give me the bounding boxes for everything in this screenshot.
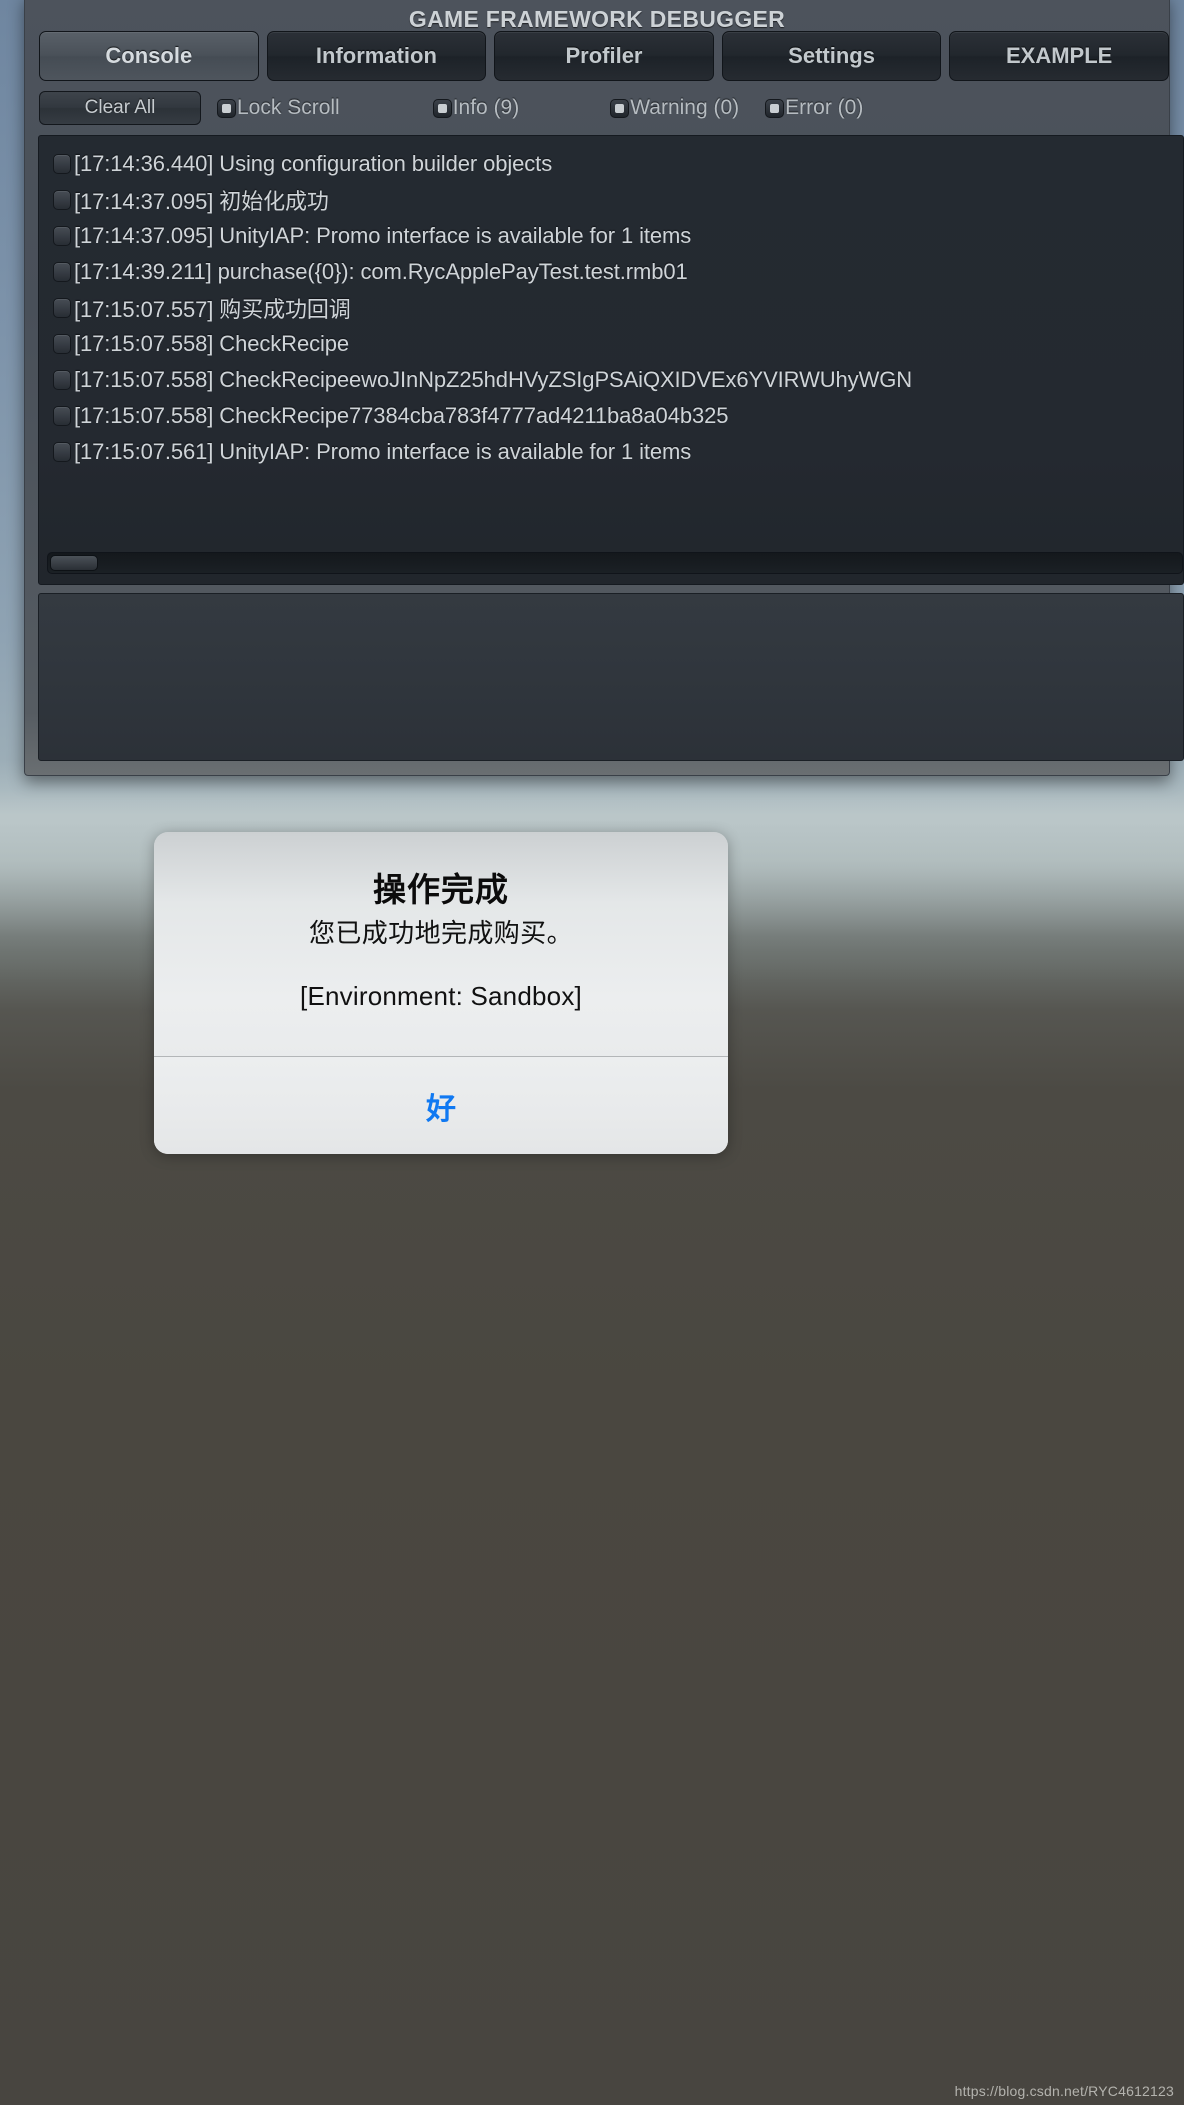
log-list: [17:14:36.440] Using configuration build… bbox=[39, 146, 1183, 470]
alert-dialog: 操作完成 您已成功地完成购买。 [Environment: Sandbox] 好 bbox=[154, 832, 728, 1154]
horizontal-scrollbar[interactable] bbox=[47, 552, 1183, 574]
log-row[interactable]: [17:15:07.561] UnityIAP: Promo interface… bbox=[53, 434, 1183, 470]
tab-console[interactable]: Console bbox=[39, 31, 259, 81]
log-row[interactable]: [17:15:07.558] CheckRecipe bbox=[53, 326, 1183, 362]
log-row-text: [17:15:07.558] CheckRecipe77384cba783f47… bbox=[74, 403, 729, 428]
warning-filter-toggle[interactable]: Warning (0) bbox=[610, 96, 739, 120]
log-detail-panel[interactable] bbox=[38, 593, 1184, 761]
warning-filter-label: Warning (0) bbox=[630, 96, 740, 119]
log-row-text: [17:15:07.558] CheckRecipeewoJInNpZ25hdH… bbox=[74, 367, 913, 392]
tab-console-label: Console bbox=[105, 43, 193, 68]
tab-settings[interactable]: Settings bbox=[721, 31, 942, 81]
console-toolbar: Clear All Lock Scroll Info (9) Warning (… bbox=[39, 87, 1155, 129]
log-row[interactable]: [17:15:07.557] 购买成功回调 bbox=[53, 290, 1183, 326]
log-entry-icon bbox=[53, 262, 71, 282]
log-entry-icon bbox=[53, 442, 71, 462]
log-entry-icon bbox=[53, 370, 71, 390]
alert-ok-button[interactable]: 好 bbox=[154, 1057, 728, 1154]
log-entry-icon bbox=[53, 190, 71, 210]
alert-submessage: [Environment: Sandbox] bbox=[300, 981, 582, 1011]
log-row-text: [17:14:37.095] 初始化成功 bbox=[74, 189, 329, 214]
alert-title: 操作完成 bbox=[373, 871, 509, 908]
tab-example[interactable]: EXAMPLE bbox=[949, 31, 1169, 81]
tab-bar: Console Information Profiler Settings EX… bbox=[39, 31, 1169, 81]
tab-information[interactable]: Information bbox=[266, 31, 487, 81]
tab-profiler-label: Profiler bbox=[565, 43, 643, 68]
log-entry-icon bbox=[53, 154, 71, 174]
console-log-panel[interactable]: [17:14:36.440] Using configuration build… bbox=[38, 135, 1184, 585]
log-row-text: [17:14:39.211] purchase({0}): com.RycApp… bbox=[74, 259, 688, 284]
error-filter-label: Error (0) bbox=[785, 96, 864, 119]
window-title: GAME FRAMEWORK DEBUGGER bbox=[408, 6, 786, 32]
horizontal-scrollbar-thumb[interactable] bbox=[50, 555, 98, 571]
log-row[interactable]: [17:14:37.095] UnityIAP: Promo interface… bbox=[53, 218, 1183, 254]
log-row[interactable]: [17:15:07.558] CheckRecipeewoJInNpZ25hdH… bbox=[53, 362, 1183, 398]
log-entry-icon bbox=[53, 406, 71, 426]
checkbox-icon bbox=[217, 98, 236, 118]
log-row-text: [17:15:07.561] UnityIAP: Promo interface… bbox=[74, 439, 692, 464]
log-row-text: [17:15:07.558] CheckRecipe bbox=[74, 331, 350, 356]
info-filter-label: Info (9) bbox=[452, 96, 520, 119]
log-row[interactable]: [17:14:36.440] Using configuration build… bbox=[53, 146, 1183, 182]
tab-profiler[interactable]: Profiler bbox=[494, 31, 714, 81]
log-entry-icon bbox=[53, 226, 71, 246]
checkbox-icon bbox=[432, 98, 452, 118]
info-filter-toggle[interactable]: Info (9) bbox=[432, 96, 520, 120]
log-row[interactable]: [17:14:39.211] purchase({0}): com.RycApp… bbox=[53, 254, 1183, 290]
tab-information-label: Information bbox=[315, 43, 437, 68]
log-row-text: [17:14:36.440] Using configuration build… bbox=[74, 151, 553, 176]
watermark: https://blog.csdn.net/RYC4612123 bbox=[954, 2083, 1174, 2099]
tab-example-label: EXAMPLE bbox=[1005, 43, 1113, 68]
log-entry-icon bbox=[53, 334, 71, 354]
log-row[interactable]: [17:14:37.095] 初始化成功 bbox=[53, 182, 1183, 218]
clear-all-label: Clear All bbox=[84, 97, 156, 118]
checkbox-icon bbox=[610, 98, 630, 118]
alert-message: 您已成功地完成购买。 bbox=[308, 918, 573, 948]
checkbox-icon bbox=[765, 98, 785, 118]
alert-ok-label: 好 bbox=[426, 1092, 456, 1126]
error-filter-toggle[interactable]: Error (0) bbox=[765, 96, 863, 120]
clear-all-button[interactable]: Clear All bbox=[39, 91, 201, 125]
log-row-text: [17:15:07.557] 购买成功回调 bbox=[74, 297, 351, 322]
tab-settings-label: Settings bbox=[788, 43, 875, 68]
log-entry-icon bbox=[53, 298, 71, 318]
log-row-text: [17:14:37.095] UnityIAP: Promo interface… bbox=[74, 223, 692, 248]
alert-body: 操作完成 您已成功地完成购买。 [Environment: Sandbox] bbox=[154, 832, 728, 1056]
debugger-window: GAME FRAMEWORK DEBUGGER Console Informat… bbox=[24, 0, 1184, 776]
lock-scroll-toggle[interactable]: Lock Scroll bbox=[217, 96, 340, 120]
lock-scroll-label: Lock Scroll bbox=[237, 96, 340, 119]
log-row[interactable]: [17:15:07.558] CheckRecipe77384cba783f47… bbox=[53, 398, 1183, 434]
